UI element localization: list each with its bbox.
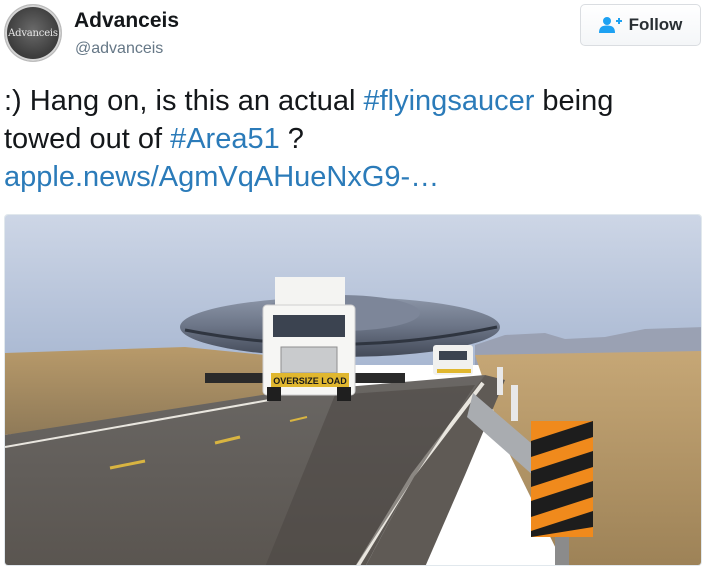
follow-button[interactable]: Follow [580,4,701,46]
tweet-line-1: :) Hang on, is this an actual #flyingsau… [4,82,704,120]
user-handle[interactable]: @advanceis [75,39,163,59]
truck-wheel [337,387,351,401]
photo-scene: OVERSIZE LOAD [5,215,701,565]
guard-post [511,385,518,421]
tweet-text-segment: ? [279,123,304,155]
tweet-text: :) Hang on, is this an actual #flyingsau… [4,82,704,196]
truck-grille [280,346,338,374]
display-name[interactable]: Advanceis [74,8,179,34]
hashtag-flyingsaucer-link[interactable]: #flyingsaucer [363,85,534,117]
news-url-link[interactable]: apple.news/AgmVqAHueNxG9-… [4,161,439,193]
tweet-text-segment: towed out of [4,123,171,155]
hazard-post [555,537,569,565]
oversize-load-text: OVERSIZE LOAD [273,376,347,386]
avatar[interactable]: Advanceis [5,5,61,61]
tweet-line-2: towed out of #Area51 ? [4,120,704,158]
hashtag-area51-link[interactable]: #Area51 [170,123,280,155]
follow-button-label: Follow [628,15,683,34]
truck-windshield [273,315,345,337]
escort-sign [437,369,471,373]
escort-window [439,351,467,360]
tweet-text-segment: being [534,85,614,117]
guard-post [497,367,503,395]
add-user-icon [598,17,622,33]
truck-wheel [267,387,281,401]
tweet-text-segment: :) Hang on, is this an actual [4,85,364,117]
tweet-line-3: apple.news/AgmVqAHueNxG9-… [4,158,704,196]
truck-fairing [275,277,345,307]
tweet-photo[interactable]: OVERSIZE LOAD [4,214,702,566]
avatar-logo-text: Advanceis [8,27,58,39]
